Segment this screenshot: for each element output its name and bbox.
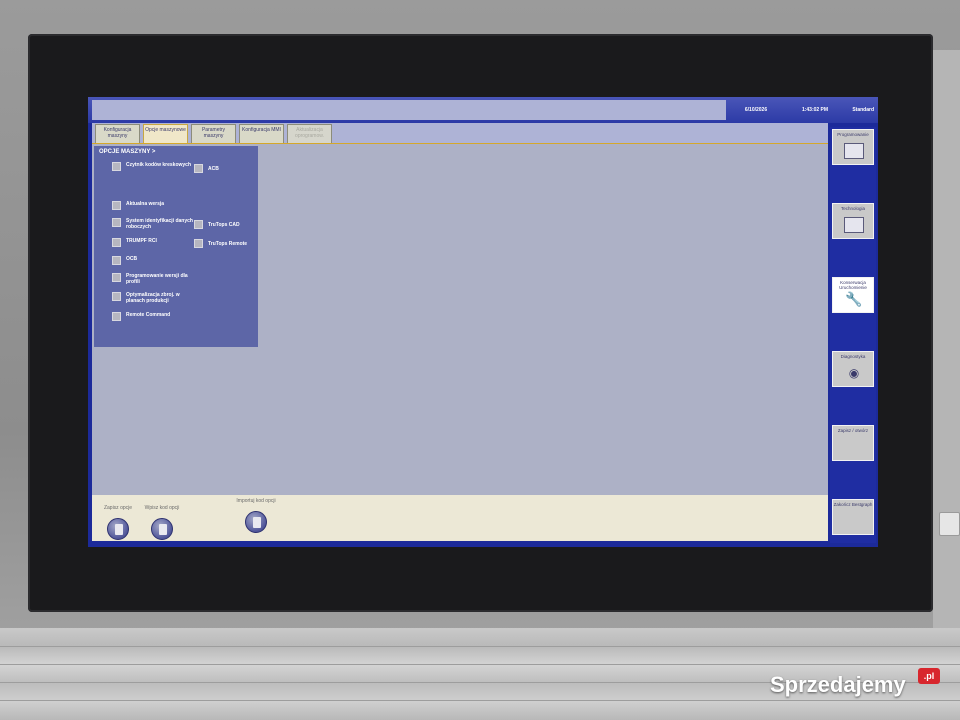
checkbox[interactable]	[112, 218, 121, 227]
watermark-logo: Sprzedajemy	[770, 672, 906, 697]
option-label: Optymalizacja zbroj. w planach produkcji	[126, 292, 180, 304]
table-icon	[844, 217, 864, 233]
action-label: Wpisz kod opcji	[144, 505, 180, 511]
tab-label: Konfiguracja maszyny	[103, 127, 132, 139]
tab-label: Aktualizacja oprogramow.	[295, 127, 324, 139]
option-label: ACB	[208, 166, 219, 172]
tab-opcje-maszynowe[interactable]: Opcje maszynowe	[143, 124, 188, 143]
option-label: OCB	[126, 256, 138, 262]
menu-label: Diagnostyka	[840, 354, 866, 359]
menu-technologia[interactable]: Technologia	[832, 203, 874, 239]
hardware-side-button[interactable]	[939, 512, 960, 536]
status-date: 6/10/2026	[744, 107, 768, 113]
main-menu-column: Programowanie Technologia Konserwacja Ur…	[830, 127, 876, 543]
tab-aktualizacja-oprogramowania: Aktualizacja oprogramow.	[287, 124, 332, 143]
tab-konfiguracja-maszyny[interactable]: Konfiguracja maszyny	[95, 124, 140, 143]
option-label: TRUMPF RCI	[126, 238, 157, 244]
menu-label: Konserwacja Uruchomienie	[839, 280, 867, 290]
tab-label: Konfiguracja MMI	[242, 127, 281, 133]
option-label: Remote Command	[126, 312, 171, 318]
status-bar: 6/10/2026 1:43:02 PM Standard	[88, 97, 878, 123]
eye-icon: ◉	[848, 366, 860, 380]
bottom-action-bar: Zapisz opcje Wpisz kod opcji Importuj ko…	[92, 495, 828, 541]
hmi-screen: 6/10/2026 1:43:02 PM Standard Konfigurac…	[88, 97, 878, 547]
checkbox[interactable]	[112, 292, 121, 301]
status-mode: Standard	[852, 107, 874, 113]
main-content: OPCJE MASZYNY > Czytnik kodów kreskowych…	[92, 143, 828, 495]
checkbox[interactable]	[112, 273, 121, 282]
watermark-logo-suffix: .pl	[918, 668, 940, 684]
menu-programowanie[interactable]: Programowanie	[832, 129, 874, 165]
menu-label: Zakończ Bestgraph	[833, 502, 873, 507]
option-label: TruTops CAD	[208, 222, 240, 228]
tab-parametry-maszyny[interactable]: Parametry maszyny	[191, 124, 236, 143]
keyboard-icon	[151, 518, 173, 540]
checkbox[interactable]	[112, 256, 121, 265]
menu-diagnostyka[interactable]: Diagnostyka ◉	[832, 351, 874, 387]
checkbox[interactable]	[194, 164, 203, 173]
menu-label: Technologia	[840, 206, 866, 211]
checkbox[interactable]	[112, 238, 121, 247]
programming-icon	[844, 143, 864, 159]
checkbox[interactable]	[194, 239, 203, 248]
checkbox[interactable]	[112, 201, 121, 210]
tab-label: Opcje maszynowe	[145, 127, 186, 133]
message-area	[92, 100, 726, 120]
wrench-icon: 🔧	[845, 291, 863, 307]
enter-option-code-button[interactable]: Wpisz kod opcji	[132, 505, 192, 540]
option-label: Programowanie wersji dla profili	[126, 273, 188, 285]
option-label: Czytnik kodów kreskowych	[126, 162, 192, 168]
option-label: TruTops Remote	[208, 241, 248, 247]
menu-zapisz-otworz[interactable]: Zapisz / otwórz	[832, 425, 874, 461]
checkbox[interactable]	[112, 162, 121, 171]
tab-label: Parametry maszyny	[201, 127, 226, 139]
document-icon	[107, 518, 129, 540]
tab-konfiguracja-mmi[interactable]: Konfiguracja MMI	[239, 124, 284, 143]
action-label: Importuj kod opcji	[236, 498, 276, 504]
menu-konserwacja[interactable]: Konserwacja Uruchomienie 🔧	[832, 277, 874, 313]
option-label: System identyfikacji danych roboczych	[126, 218, 193, 230]
tab-strip: Konfiguracja maszyny Opcje maszynowe Par…	[92, 123, 828, 143]
panel-title: OPCJE MASZYNY >	[99, 149, 156, 155]
option-label: Aktualna wersja	[126, 201, 165, 207]
menu-zakoncz[interactable]: Zakończ Bestgraph	[832, 499, 874, 535]
menu-label: Programowanie	[837, 132, 869, 137]
checkbox[interactable]	[194, 220, 203, 229]
checkbox[interactable]	[112, 312, 121, 321]
housing-side-panel	[933, 50, 960, 630]
folder-import-icon	[245, 511, 267, 533]
machine-options-panel: OPCJE MASZYNY > Czytnik kodów kreskowych…	[94, 146, 258, 347]
import-option-code-button[interactable]: Importuj kod opcji	[226, 498, 286, 533]
status-time: 1:43:02 PM	[801, 107, 829, 113]
menu-label: Zapisz / otwórz	[837, 428, 869, 433]
